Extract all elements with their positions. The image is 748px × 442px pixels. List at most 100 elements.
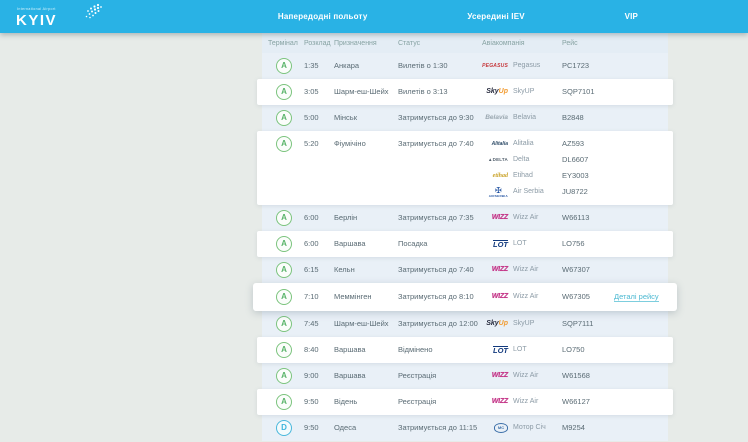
terminal-badge: A bbox=[276, 368, 292, 384]
flight-number: JU8722 bbox=[562, 184, 614, 200]
terminal-badge: A bbox=[276, 316, 292, 332]
destination: Фіумічіно bbox=[334, 136, 398, 152]
scheduled-time: 7:45 bbox=[304, 316, 334, 332]
flight-numbers-cell: B2848 bbox=[562, 110, 614, 126]
terminal-badge: A bbox=[276, 58, 292, 74]
nav-item-vip[interactable]: VIP bbox=[625, 12, 639, 21]
flight-number: DL6607 bbox=[562, 152, 614, 168]
skyup-logo-icon: SkyUp bbox=[486, 316, 508, 332]
airline-row: AlitaliaAlitalia bbox=[482, 136, 562, 152]
flight-numbers-cell: AZ593DL6607EY3003JU8722 bbox=[562, 136, 614, 200]
terminal-badge: A bbox=[276, 342, 292, 358]
flight-row[interactable]: A6:00ВаршаваПосадкаLOTLOTLO756 bbox=[257, 231, 673, 257]
flight-numbers-cell: M9254 bbox=[562, 420, 614, 436]
flight-details-link[interactable]: Деталі рейсу bbox=[614, 292, 659, 302]
flight-row[interactable]: A8:40ВаршаваВідміненоLOTLOTLO750 bbox=[257, 337, 673, 363]
flight-number: SQP7101 bbox=[562, 84, 614, 100]
flight-numbers-cell: LO750 bbox=[562, 342, 614, 358]
airlines-cell: WIZZWizz Air bbox=[482, 210, 562, 226]
terminal-cell: A bbox=[268, 110, 304, 126]
flight-row[interactable]: A9:00ВаршаваРеєстраціяWIZZWizz AirW61568 bbox=[262, 363, 668, 389]
flight-row[interactable]: A9:50ВіденьРеєстраціяWIZZWizz AirW66127 bbox=[257, 389, 673, 415]
scheduled-time: 5:20 bbox=[304, 136, 334, 152]
airserbia-logo-icon: ✠AIRSERBIA bbox=[489, 187, 508, 198]
destination: Шарм-еш-Шейх bbox=[334, 316, 398, 332]
terminal-cell: A bbox=[268, 289, 304, 305]
table-body: A1:35АнкараВилетів о 1:30PEGASUSPegasusP… bbox=[262, 53, 668, 441]
terminal-badge: A bbox=[276, 110, 292, 126]
airline-name: Wizz Air bbox=[513, 368, 538, 384]
nav-item-pre-flight[interactable]: Напередодні польоту bbox=[278, 12, 368, 21]
airline-row: WIZZ Wizz Air bbox=[482, 368, 562, 384]
flight-number: M9254 bbox=[562, 420, 614, 436]
table-header-row: Термінал Розклад Призначення Статус Авіа… bbox=[262, 33, 668, 53]
flight-row[interactable]: A6:15КельнЗатримується до 7:40WIZZWizz A… bbox=[262, 257, 668, 283]
airline-row: WIZZWizz Air bbox=[482, 394, 562, 410]
destination: Варшава bbox=[334, 236, 398, 252]
flight-row[interactable]: A7:10МеммінгенЗатримується до 8:10WIZZWi… bbox=[253, 283, 677, 311]
flight-number: W66113 bbox=[562, 210, 614, 226]
terminal-cell: A bbox=[268, 342, 304, 358]
flight-status: Затримується до 7:40 bbox=[398, 136, 482, 152]
airline-name: Мотор Січ bbox=[513, 420, 546, 436]
airline-name: Alitalia bbox=[513, 136, 534, 152]
wizz-logo-icon: WIZZ bbox=[492, 394, 508, 410]
flight-status: Затримується до 11:15 bbox=[398, 420, 482, 436]
flight-number: B2848 bbox=[562, 110, 614, 126]
nav-item-inside-iev[interactable]: Усередині IEV bbox=[467, 12, 524, 21]
flight-numbers-cell: W67305 bbox=[562, 289, 614, 305]
airport-logo[interactable]: International Airport KYIV bbox=[16, 4, 88, 30]
flight-number: W67307 bbox=[562, 262, 614, 278]
terminal-badge: A bbox=[276, 236, 292, 252]
airlines-cell: PEGASUS Pegasus bbox=[482, 58, 562, 74]
top-navigation-bar: International Airport KYIV Напередодні п… bbox=[0, 0, 748, 33]
scheduled-time: 8:40 bbox=[304, 342, 334, 358]
col-header-schedule: Розклад bbox=[304, 40, 334, 47]
flight-numbers-cell: W67307 bbox=[562, 262, 614, 278]
logo-dots-icon bbox=[80, 3, 102, 20]
flight-number: EY3003 bbox=[562, 168, 614, 184]
terminal-cell: A bbox=[268, 236, 304, 252]
scheduled-time: 6:15 bbox=[304, 262, 334, 278]
airline-row: etihadEtihad bbox=[482, 168, 562, 184]
terminal-badge: A bbox=[276, 210, 292, 226]
destination: Берлін bbox=[334, 210, 398, 226]
flight-row[interactable]: A6:00БерлінЗатримується до 7:35WIZZWizz … bbox=[262, 205, 668, 231]
flight-number: PC1723 bbox=[562, 58, 614, 74]
col-header-flight: Рейс bbox=[562, 40, 614, 47]
flight-row[interactable]: A5:00МінськЗатримується до 9:30BelaviaBe… bbox=[262, 105, 668, 131]
scheduled-time: 5:00 bbox=[304, 110, 334, 126]
airline-name: Pegasus bbox=[513, 58, 540, 74]
etihad-logo-icon: etihad bbox=[493, 168, 508, 184]
belavia-logo-icon: Belavia bbox=[485, 110, 508, 126]
flight-numbers-cell: LO756 bbox=[562, 236, 614, 252]
scheduled-time: 9:50 bbox=[304, 420, 334, 436]
flight-status: Затримується до 7:35 bbox=[398, 210, 482, 226]
lot-logo-icon: LOT bbox=[493, 346, 508, 355]
col-header-terminal: Термінал bbox=[268, 40, 304, 47]
flight-status: Затримується до 7:40 bbox=[398, 262, 482, 278]
airlines-cell: SkyUpSkyUP bbox=[482, 84, 562, 100]
airlines-cell: WIZZWizz Air bbox=[482, 394, 562, 410]
flight-row[interactable]: A7:45Шарм-еш-ШейхЗатримується до 12:00Sk… bbox=[262, 311, 668, 337]
scheduled-time: 9:50 bbox=[304, 394, 334, 410]
wizz-logo-icon: WIZZ bbox=[492, 368, 508, 384]
airlines-cell: WIZZ Wizz Air bbox=[482, 368, 562, 384]
flight-row[interactable]: A3:05Шарм-еш-ШейхВилетів о 3:13SkyUpSkyU… bbox=[257, 79, 673, 105]
flight-row[interactable]: D9:50ОдесаЗатримується до 11:15МСМотор С… bbox=[262, 415, 668, 441]
airline-row: LOTLOT bbox=[482, 342, 562, 358]
flight-row[interactable]: A1:35АнкараВилетів о 1:30PEGASUSPegasusP… bbox=[262, 53, 668, 79]
destination: Відень bbox=[334, 394, 398, 410]
delta-logo-icon: ▲DELTA bbox=[488, 152, 508, 168]
terminal-cell: A bbox=[268, 84, 304, 100]
wizz-logo-icon: WIZZ bbox=[492, 210, 508, 226]
airline-row: WIZZWizz Air bbox=[482, 289, 562, 305]
flight-row[interactable]: A5:20ФіумічіноЗатримується до 7:40Alital… bbox=[257, 131, 673, 205]
airline-name: Air Serbia bbox=[513, 184, 544, 200]
pegasus-logo-icon: PEGASUS bbox=[482, 58, 508, 74]
airline-row: SkyUpSkyUP bbox=[482, 316, 562, 332]
airline-row: LOTLOT bbox=[482, 236, 562, 252]
departures-board: Термінал Розклад Призначення Статус Авіа… bbox=[262, 33, 668, 441]
details-cell: Деталі рейсу bbox=[614, 289, 662, 305]
airline-row: WIZZWizz Air bbox=[482, 262, 562, 278]
